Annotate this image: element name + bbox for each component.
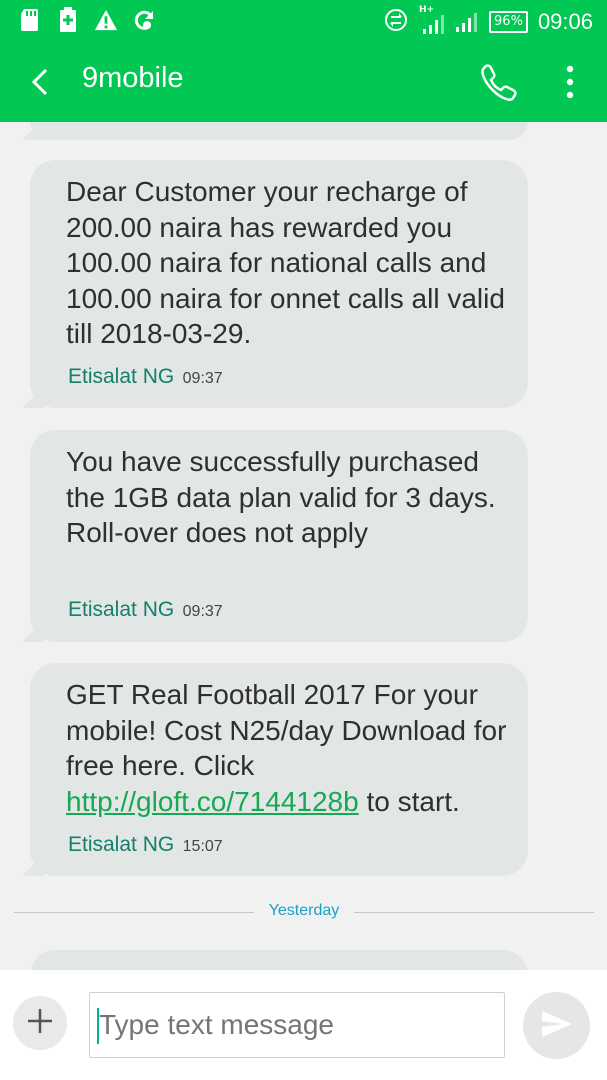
message-input[interactable]: [89, 992, 505, 1058]
signal-icon: [455, 8, 479, 36]
message-meta: Etisalat NG 15:07: [68, 833, 223, 857]
message-text: GET Real Football 2017 For your mobile! …: [66, 677, 508, 819]
battery-saver-icon: [56, 6, 80, 34]
app-bar: 9mobile: [0, 42, 607, 122]
phone-icon[interactable]: [478, 61, 518, 101]
message-text-before-link: GET Real Football 2017 For your mobile! …: [66, 679, 507, 781]
conversation-title: 9mobile: [82, 62, 184, 94]
message-bubble[interactable]: GET Real Football 2017 For your mobile! …: [22, 663, 528, 876]
send-button[interactable]: [523, 992, 590, 1059]
message-sender: Etisalat NG: [68, 365, 175, 388]
message-text: You have successfully purchased the 1GB …: [66, 446, 496, 548]
status-bar: H+ 96% 09:06: [0, 0, 607, 42]
message-meta: Etisalat NG 09:37: [68, 365, 223, 389]
send-icon: [540, 1009, 574, 1043]
message-sender: Etisalat NG: [68, 598, 175, 621]
more-vert-icon[interactable]: [556, 62, 584, 102]
warning-icon: [94, 6, 118, 34]
message-text: Dear Customer your recharge of 200.00 na…: [66, 176, 505, 349]
message-bubble[interactable]: You have successfully purchased the 1GB …: [22, 430, 528, 642]
back-arrow-icon[interactable]: [26, 64, 54, 100]
date-divider-label: Yesterday: [254, 902, 354, 920]
message-bubble-partial: [22, 122, 528, 140]
status-time: 09:06: [537, 9, 593, 34]
message-time: 15:07: [182, 838, 223, 855]
message-time: 09:37: [182, 370, 223, 387]
message-sender: Etisalat NG: [68, 833, 175, 856]
plus-icon: [25, 1006, 55, 1040]
add-attachment-button[interactable]: [13, 996, 67, 1050]
sd-card-icon: [18, 6, 42, 34]
text-cursor: [97, 1008, 99, 1044]
compose-bar: [0, 970, 607, 1080]
signal-icon: H+: [419, 5, 445, 35]
message-text-after-link: to start.: [358, 785, 460, 817]
sync-icon: [132, 6, 156, 34]
message-bubble-partial: [30, 950, 528, 970]
message-bubble[interactable]: Dear Customer your recharge of 200.00 na…: [22, 160, 528, 408]
battery-level: 96%: [489, 11, 528, 33]
message-time: 09:37: [182, 603, 223, 620]
data-transfer-icon: [383, 7, 409, 37]
conversation-list[interactable]: Dear Customer your recharge of 200.00 na…: [0, 122, 607, 970]
message-link[interactable]: http://gloft.co/7144128b: [66, 786, 359, 817]
message-meta: Etisalat NG 09:37: [68, 598, 223, 622]
